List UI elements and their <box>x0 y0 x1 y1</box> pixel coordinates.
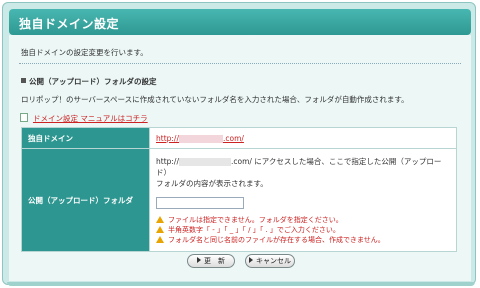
domain-value: http://.com/ <box>149 127 457 149</box>
bullet-square-icon <box>21 78 26 83</box>
folder-value: http://.com/ にアクセスした場合、ここで指定した公開（アップロード）… <box>149 148 457 252</box>
section-title: 公開（アップロード）フォルダの設定 <box>29 77 157 86</box>
manual-link[interactable]: ドメイン設定 マニュアルはコチラ <box>33 114 148 123</box>
warning-item: フォルダ名と同じ名前のファイルが存在する場合、作成できません。 <box>156 235 450 245</box>
manual-link-row: ドメイン設定 マニュアルはコチラ <box>20 113 148 124</box>
arrow-right-icon <box>249 257 253 263</box>
cancel-button[interactable]: キャンセル <box>245 254 295 268</box>
domain-label: 独自ドメイン <box>21 127 150 149</box>
folder-input[interactable] <box>156 196 244 209</box>
warning-icon <box>156 215 164 223</box>
title-bar: 独自ドメイン設定 <box>9 9 471 35</box>
folder-row: 公開（アップロード）フォルダ http://.com/ にアクセスした場合、ここ… <box>21 148 457 252</box>
arrow-right-icon <box>197 257 201 263</box>
folder-description-line2: フォルダの内容が表示されます。 <box>156 178 268 188</box>
warning-item: 半角英数字「 - 」「 _ 」「 / 」「 . 」でご入力ください。 <box>156 225 450 235</box>
content-area: 独自ドメインの設定変更を行います。 公開（アップロード）フォルダの設定 ロリポッ… <box>9 35 471 281</box>
domain-link[interactable]: http://.com/ <box>156 134 244 143</box>
folder-description: http://.com/ にアクセスした場合、ここで指定した公開（アップロード） <box>156 156 442 177</box>
redacted-domain <box>178 134 223 143</box>
settings-form: 独自ドメイン http://.com/ 公開（アップロード）フォルダ http:… <box>21 127 457 252</box>
warning-icon <box>156 225 164 233</box>
divider <box>19 63 461 64</box>
section-heading: 公開（アップロード）フォルダの設定 <box>21 76 157 87</box>
redacted-domain <box>178 157 231 166</box>
folder-label: 公開（アップロード）フォルダ <box>21 148 150 252</box>
domain-row: 独自ドメイン http://.com/ <box>21 127 457 149</box>
section-description: ロリポップ！のサーバースペースに作成されていないフォルダ名を入力された場合、フォ… <box>21 95 409 104</box>
update-button[interactable]: 更 新 <box>187 254 235 268</box>
document-icon <box>20 113 28 122</box>
warning-icon <box>156 235 164 243</box>
panel-bottom-edge <box>7 282 475 286</box>
warning-item: ファイルは指定できません。フォルダを指定ください。 <box>156 215 450 225</box>
page-title: 独自ドメイン設定 <box>19 17 120 31</box>
settings-panel: 独自ドメイン設定 独自ドメインの設定変更を行います。 公開（アップロード）フォル… <box>2 2 476 286</box>
intro-text: 独自ドメインの設定変更を行います。 <box>21 48 148 57</box>
